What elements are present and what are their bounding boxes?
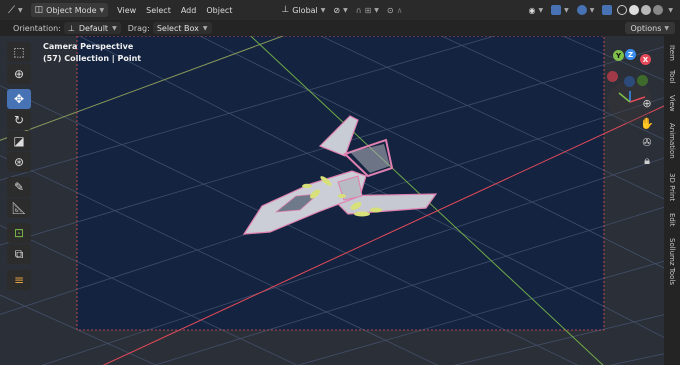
tab-3d-print[interactable]: 3D Print [664,168,680,206]
fuel-tank-3 [302,183,312,189]
proportional-edit-toggle[interactable]: ⊙ ∧ [383,3,407,17]
fuel-tank-4 [338,194,346,198]
chevron-down-icon: ▼ [343,6,348,14]
chevron-down-icon: ▼ [374,6,379,14]
transform-orientation-label: Global [292,5,318,15]
chevron-down-icon: ▼ [668,6,673,14]
tool-shelf: ⬚ ⊕ ✥ ↻ ◪ ⊛ ✎ 📐︎ ⊡ ⧉ ≡ [6,42,32,292]
drag-dropdown[interactable]: Select Box ▼ [152,22,212,34]
gizmo-x-axis[interactable]: X [640,54,651,65]
pan-hand-icon[interactable]: ✋ [640,116,654,130]
viewport-header: ⟋ ▼ ◫ Object Mode ▼ View Select Add Obje… [0,0,680,20]
sidebar-tabs: Item Tool View Animation 3D Print Edit S… [664,36,680,365]
menu-select[interactable]: Select [141,6,176,15]
3d-viewport[interactable]: Y Z X ⊕ ✋ ✇ 🔒︎ [0,36,680,365]
solid-shading-icon [629,5,640,15]
grease-pencil-icon[interactable]: ≡ [7,270,31,290]
extrude-icon[interactable]: ⧉ [7,244,31,264]
tool-settings-bar: Orientation: ⊥ Default ▼ Drag: Select Bo… [0,20,680,36]
chevron-down-icon: ▼ [202,24,208,32]
mode-label: Object Mode [46,5,97,15]
transform-icon[interactable]: ⊛ [7,152,31,172]
gizmo-neg-x[interactable] [607,71,618,82]
annotate-icon[interactable]: ✎ [7,177,31,197]
drag-value: Select Box [156,23,199,33]
shading-rendered-button[interactable] [652,3,664,17]
tab-item[interactable]: Item [664,42,680,64]
chevron-down-icon: ▼ [564,6,569,14]
chevron-down-icon: ▼ [112,24,117,32]
options-button[interactable]: Options ▼ [624,22,675,34]
xray-toggle[interactable] [598,3,616,17]
xray-icon [602,5,613,15]
transform-orientation-dropdown[interactable]: ⊥ Global ▼ [277,3,329,17]
shading-options-dropdown[interactable]: ▼ [664,3,677,17]
orientation-label: Orientation: [13,23,61,33]
orientation-axes-icon: ⊥ [67,23,75,33]
select-box-icon[interactable]: ⬚ [7,42,31,62]
tab-edit[interactable]: Edit [664,210,680,230]
move-icon[interactable]: ✥ [7,89,31,109]
proportional-edit-icon: ⊙ [386,5,394,15]
chevron-down-icon: ▼ [99,6,105,14]
menu-view[interactable]: View [112,6,141,15]
falloff-icon: ∧ [396,5,403,15]
fuel-tank-2 [370,207,382,213]
pivot-icon: ⊘ [333,5,341,15]
editor-type-button[interactable]: ⟋ ▼ [4,3,27,17]
snap-target-icon: ⊞ [364,5,372,15]
fuel-tank [354,211,370,217]
chevron-down-icon: ▼ [538,6,544,14]
material-shading-icon [641,5,652,15]
orientation-value: Default [78,23,109,33]
add-cube-icon[interactable]: ⊡ [7,223,31,243]
zoom-icon[interactable]: ⊕ [640,96,654,110]
lock-icon[interactable]: 🔒︎ [640,154,654,168]
tab-sollumz-tools[interactable]: Sollumz Tools [664,234,680,290]
drag-label: Drag: [127,23,150,33]
overlays-toggle[interactable]: ▼ [573,3,599,17]
tab-view[interactable]: View [664,92,680,114]
gizmo-z-axis[interactable]: Z [625,49,636,60]
pivot-point-dropdown[interactable]: ⊘ ▼ [329,3,351,17]
rendered-shading-icon [653,5,664,15]
mode-dropdown[interactable]: ◫ Object Mode ▼ [30,3,109,17]
chevron-down-icon: ▼ [18,6,23,14]
measure-icon[interactable]: 📐︎ [7,198,31,218]
viewport-canvas [0,36,664,365]
gizmo-neg-y[interactable] [637,75,648,86]
options-label: Options [630,23,662,33]
shading-material-button[interactable] [640,3,652,17]
menu-add[interactable]: Add [176,6,202,15]
collection-info-label: (57) Collection | Point [43,54,142,63]
snap-magnet-icon: ∩ [355,5,362,15]
gizmo-y-axis[interactable]: Y [613,50,624,61]
menu-object[interactable]: Object [201,6,237,15]
chevron-down-icon: ▼ [320,6,326,14]
shading-solid-button[interactable] [628,3,640,17]
chevron-down-icon: ▼ [589,6,595,14]
tab-tool[interactable]: Tool [664,67,680,87]
orientation-dropdown[interactable]: ⊥ Default ▼ [63,22,121,34]
visibility-dropdown[interactable]: ◉ ▼ [525,3,548,17]
camera-perspective-label: Camera Perspective [43,42,134,51]
gizmo-neg-z[interactable] [624,76,635,87]
overlays-icon [576,5,587,15]
gizmo-toggle[interactable]: ▼ [547,3,573,17]
snap-toggle[interactable]: ∩ ⊞ ▼ [352,3,383,17]
scale-icon[interactable]: ◪ [7,131,31,151]
cursor-icon[interactable]: ⊕ [7,64,31,84]
camera-icon[interactable]: ✇ [640,135,654,149]
wireframe-shading-icon [617,5,628,15]
orientation-axes-icon: ⊥ [281,5,290,15]
object-mode-icon: ◫ [34,5,44,15]
chevron-down-icon: ▼ [664,24,669,32]
gizmo-icon [551,5,562,15]
editor-type-icon: ⟋ [8,4,15,16]
eye-icon: ◉ [528,5,536,15]
rotate-icon[interactable]: ↻ [7,110,31,130]
shading-wireframe-button[interactable] [616,3,628,17]
tab-animation[interactable]: Animation [664,118,680,164]
